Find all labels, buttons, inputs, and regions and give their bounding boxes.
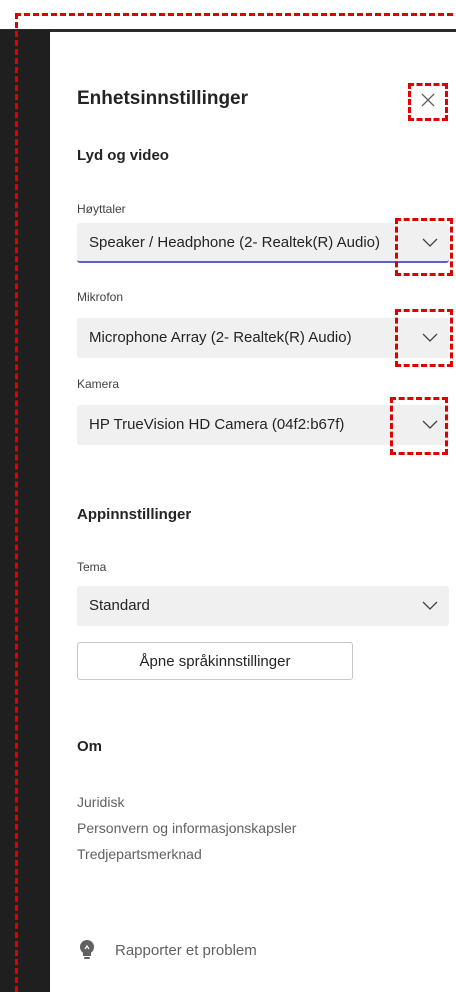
report-problem-button[interactable]: Rapporter et problem: [77, 938, 257, 962]
camera-select-value: HP TrueVision HD Camera (04f2:b67f): [89, 416, 345, 433]
legal-link[interactable]: Juridisk: [77, 794, 124, 810]
chevron-down-icon: [422, 601, 438, 610]
annotation-top-line: [15, 13, 453, 16]
speaker-label: Høyttaler: [77, 202, 126, 216]
privacy-cookies-link[interactable]: Personvern og informasjonskapsler: [77, 820, 296, 836]
annotation-camera-chevron-box: [390, 397, 448, 455]
report-problem-label: Rapporter et problem: [115, 941, 257, 959]
annotation-speaker-chevron-box: [395, 218, 453, 276]
annotation-left-line: [15, 13, 18, 992]
theme-select[interactable]: Standard: [77, 586, 449, 626]
app-settings-heading: Appinnstillinger: [77, 506, 192, 523]
device-settings-panel: Enhetsinnstillinger Lyd og video Høyttal…: [50, 32, 456, 992]
open-language-settings-button[interactable]: Åpne språkinnstillinger: [77, 642, 353, 680]
app-window: Enhetsinnstillinger Lyd og video Høyttal…: [0, 0, 456, 992]
theme-select-value: Standard: [89, 597, 150, 614]
panel-title: Enhetsinnstillinger: [77, 88, 249, 109]
audio-video-heading: Lyd og video: [77, 147, 169, 164]
camera-label: Kamera: [77, 377, 120, 391]
microphone-select-value: Microphone Array (2- Realtek(R) Audio): [89, 329, 352, 346]
annotation-close-box: [408, 83, 448, 121]
app-left-rail: [0, 30, 50, 992]
third-party-notice-link[interactable]: Tredjepartsmerknad: [77, 846, 202, 862]
microphone-select[interactable]: Microphone Array (2- Realtek(R) Audio): [77, 318, 449, 358]
lightbulb-icon: [80, 940, 94, 959]
about-heading: Om: [77, 738, 103, 755]
theme-label: Tema: [77, 560, 107, 574]
speaker-select-value: Speaker / Headphone (2- Realtek(R) Audio…: [89, 234, 380, 251]
annotation-microphone-chevron-box: [395, 309, 453, 367]
microphone-label: Mikrofon: [77, 290, 124, 304]
speaker-select[interactable]: Speaker / Headphone (2- Realtek(R) Audio…: [77, 223, 449, 263]
